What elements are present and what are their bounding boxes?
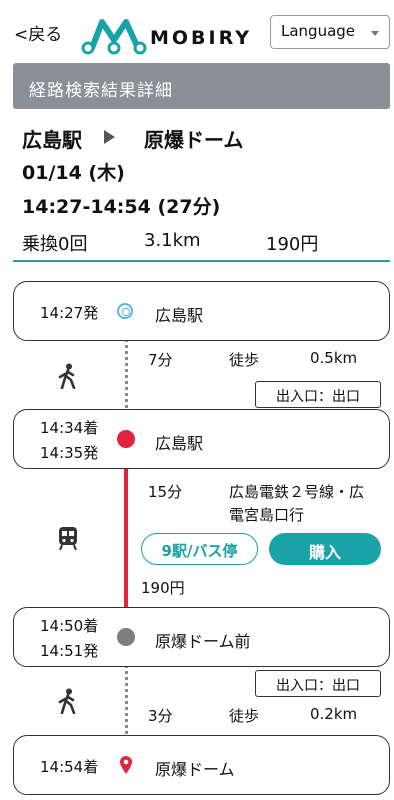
- stop-card[interactable]: 14:50着 14:51発 原爆ドーム前: [13, 607, 390, 667]
- walk-segment: 出入口：出口 3分 徒歩 0.2km: [0, 668, 394, 732]
- language-label: Language: [281, 22, 356, 40]
- exit-label: 出入口：出口: [255, 381, 381, 408]
- travel-time-range: 14:27-14:54 (27分): [22, 196, 221, 218]
- origin-ring-icon: [117, 303, 133, 319]
- walk-distance: 0.2km: [310, 705, 358, 723]
- stop-name: 広島駅: [155, 306, 204, 325]
- departure-time: 14:27発: [40, 304, 99, 322]
- stop-card[interactable]: 14:54着 原爆ドーム: [13, 735, 390, 795]
- stop-card[interactable]: 14:27発 広島駅: [13, 281, 390, 341]
- page-title: 経路検索結果詳細: [13, 63, 390, 109]
- buy-button[interactable]: 購入: [269, 533, 381, 565]
- departure-time: 14:35発: [40, 444, 99, 462]
- walk-distance: 0.5km: [310, 349, 358, 367]
- app-header: <戻る MOBIRY Language: [0, 0, 394, 62]
- red-dot-icon: [117, 430, 135, 448]
- tram-duration: 15分: [148, 483, 183, 501]
- gray-dot-icon: [117, 628, 135, 646]
- chevron-down-icon: [371, 31, 379, 36]
- arrow-right-icon: [104, 130, 115, 144]
- transfer-count: 乗換0回: [22, 234, 88, 255]
- route-summary: 広島駅 原爆ドーム 01/14 (木) 14:27-14:54 (27分) 乗換…: [22, 120, 382, 255]
- tram-icon: [59, 527, 77, 551]
- stop-name: 原爆ドーム: [155, 760, 235, 779]
- back-button[interactable]: <戻る: [14, 20, 62, 45]
- total-fare: 190円: [266, 234, 319, 255]
- tram-fare: 190円: [141, 579, 185, 597]
- arrival-time: 14:54着: [40, 758, 99, 776]
- origin-name: 広島駅: [22, 128, 82, 152]
- departure-time: 14:51発: [40, 642, 99, 660]
- walking-person-icon: [58, 363, 76, 389]
- arrival-time: 14:34着: [40, 419, 99, 437]
- arrival-time: 14:50着: [40, 617, 99, 635]
- total-distance: 3.1km: [144, 230, 201, 251]
- red-pin-icon: [120, 756, 132, 774]
- tram-line-name-2: 電宮島口行: [229, 506, 305, 524]
- stops-count-button[interactable]: 9駅/バス停: [141, 533, 258, 565]
- travel-date: 01/14 (木): [22, 162, 125, 184]
- exit-label: 出入口：出口: [255, 670, 381, 697]
- tram-line-name-1: 広島電鉄２号線・広: [229, 483, 365, 501]
- walking-person-icon: [58, 688, 76, 714]
- stop-name: 原爆ドーム前: [155, 632, 251, 651]
- walk-mode: 徒歩: [229, 351, 260, 369]
- brand-name: MOBIRY: [150, 27, 252, 49]
- route-endpoints: 広島駅 原爆ドーム: [22, 120, 382, 152]
- walk-duration: 3分: [148, 707, 173, 725]
- summary-divider: [13, 260, 390, 262]
- destination-name: 原爆ドーム: [144, 128, 244, 152]
- walk-duration: 7分: [148, 351, 173, 369]
- walk-mode: 徒歩: [229, 707, 260, 725]
- stop-card[interactable]: 14:34着 14:35発 広島駅: [13, 409, 390, 469]
- walk-segment: 7分 徒歩 0.5km 出入口：出口: [0, 345, 394, 408]
- mobiry-logo-icon: [81, 19, 147, 55]
- stop-name: 広島駅: [155, 434, 204, 453]
- language-select[interactable]: Language: [270, 15, 390, 49]
